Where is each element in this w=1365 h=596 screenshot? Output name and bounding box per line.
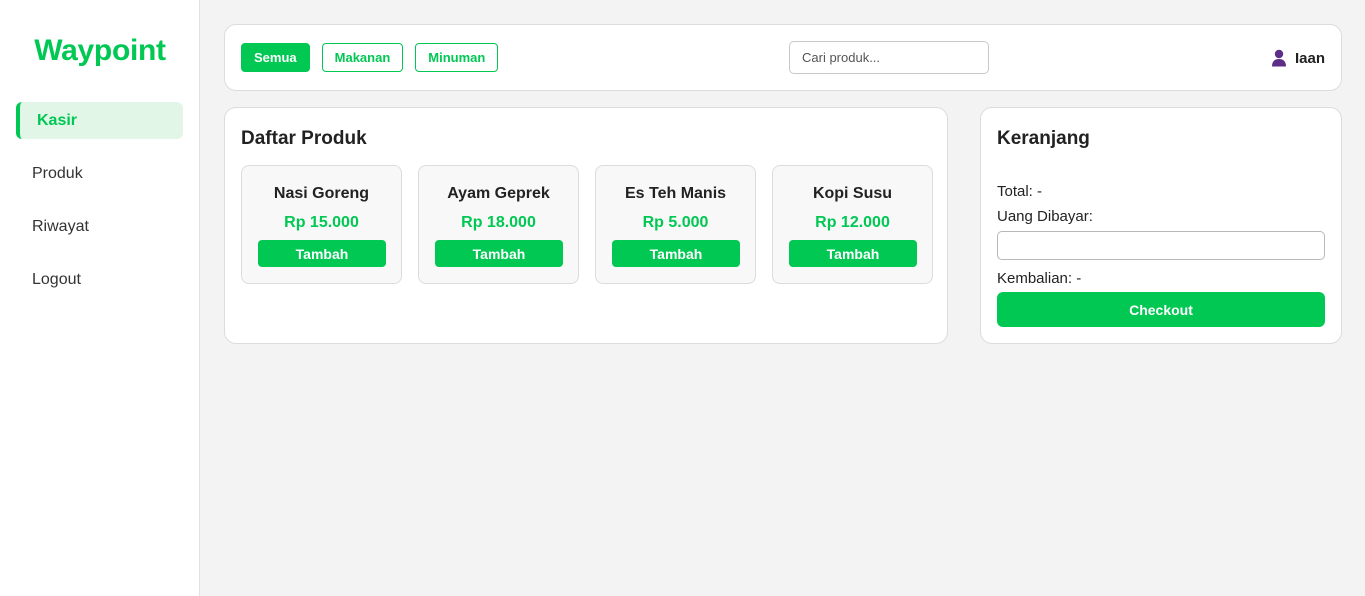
product-name: Es Teh Manis: [624, 185, 727, 202]
sidebar-item-produk[interactable]: Produk: [16, 155, 183, 192]
amount-paid-input[interactable]: [997, 231, 1325, 260]
user-menu[interactable]: Iaan: [1271, 49, 1325, 67]
product-card: Nasi Goreng Rp 15.000 Tambah: [241, 165, 402, 284]
filter-makanan-button[interactable]: Makanan: [321, 43, 404, 72]
top-bar: Semua Makanan Minuman Iaan: [224, 24, 1342, 91]
product-card: Ayam Geprek Rp 18.000 Tambah: [418, 165, 579, 284]
add-to-cart-button[interactable]: Tambah: [258, 240, 386, 267]
filter-minuman-button[interactable]: Minuman: [415, 43, 499, 72]
sidebar: Waypoint Kasir Produk Riwayat Logout: [0, 0, 200, 596]
product-name: Ayam Geprek: [447, 185, 550, 202]
checkout-button[interactable]: Checkout: [997, 292, 1325, 327]
product-price: Rp 15.000: [284, 214, 359, 231]
product-card: Kopi Susu Rp 12.000 Tambah: [772, 165, 933, 284]
brand-logo: Waypoint: [34, 34, 166, 67]
sidebar-nav: Kasir Produk Riwayat Logout: [16, 102, 183, 314]
add-to-cart-button[interactable]: Tambah: [612, 240, 740, 267]
product-price: Rp 18.000: [461, 214, 536, 231]
user-name: Iaan: [1294, 49, 1325, 67]
product-grid: Nasi Goreng Rp 15.000 Tambah Ayam Geprek…: [241, 165, 933, 284]
search-input[interactable]: [789, 41, 989, 74]
user-icon: [1271, 49, 1287, 67]
amount-paid-label: Uang Dibayar:: [997, 208, 1093, 225]
add-to-cart-button[interactable]: Tambah: [435, 240, 563, 267]
sidebar-item-riwayat[interactable]: Riwayat: [16, 208, 183, 245]
cart-title: Keranjang: [997, 128, 1090, 149]
product-name: Nasi Goreng: [273, 185, 370, 202]
sidebar-item-kasir[interactable]: Kasir: [16, 102, 183, 139]
sidebar-item-logout[interactable]: Logout: [16, 261, 183, 298]
cart-total: Total: -: [997, 183, 1043, 200]
product-card: Es Teh Manis Rp 5.000 Tambah: [595, 165, 756, 284]
cart-change: Kembalian: -: [997, 270, 1082, 287]
product-list-title: Daftar Produk: [241, 128, 367, 149]
product-price: Rp 5.000: [642, 214, 709, 231]
product-price: Rp 12.000: [815, 214, 890, 231]
product-list-panel: Daftar Produk Nasi Goreng Rp 15.000 Tamb…: [224, 107, 948, 344]
category-filters: Semua Makanan Minuman: [241, 43, 499, 72]
filter-semua-button[interactable]: Semua: [241, 43, 310, 72]
cart-panel: Keranjang Total: - Uang Dibayar: Kembali…: [980, 107, 1342, 344]
product-name: Kopi Susu: [812, 185, 893, 202]
add-to-cart-button[interactable]: Tambah: [789, 240, 917, 267]
